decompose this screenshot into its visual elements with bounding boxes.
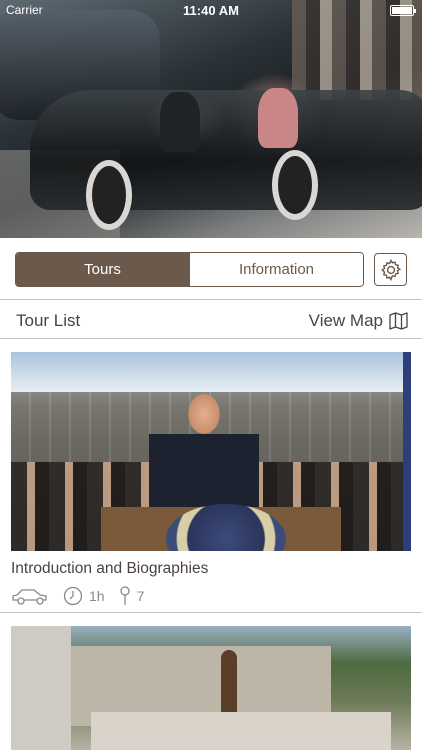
hero-image — [0, 0, 422, 238]
gear-icon — [380, 258, 401, 281]
tab-information[interactable]: Information — [189, 253, 363, 286]
divider — [0, 338, 422, 339]
tour-duration: 1h — [89, 588, 105, 604]
map-icon — [389, 312, 408, 330]
tour-title[interactable]: Introduction and Biographies — [11, 560, 208, 578]
stops-indicator: 7 — [119, 586, 145, 606]
section-title: Tour List — [16, 311, 81, 330]
tour-image[interactable] — [11, 352, 411, 551]
status-time: 11:40 AM — [183, 3, 239, 18]
clock-icon — [63, 586, 83, 606]
divider — [0, 299, 422, 300]
battery-icon — [390, 5, 416, 16]
tour-stops: 7 — [136, 588, 145, 604]
tour-meta: 1h 7 — [11, 584, 158, 608]
status-bar: Carrier 11:40 AM — [0, 0, 422, 22]
mode-indicator — [11, 586, 49, 606]
duration-indicator: 1h — [63, 586, 105, 606]
tour-image[interactable] — [11, 626, 411, 750]
section-header: Tour List View Map — [16, 309, 408, 333]
tab-tours[interactable]: Tours — [16, 253, 189, 286]
car-icon — [12, 589, 47, 605]
pin-icon — [119, 586, 130, 605]
tab-switcher: Tours Information — [15, 252, 364, 287]
view-map-label: View Map — [308, 311, 383, 330]
settings-button[interactable] — [374, 253, 407, 286]
divider — [0, 612, 422, 613]
view-map-button[interactable]: View Map — [309, 311, 408, 331]
